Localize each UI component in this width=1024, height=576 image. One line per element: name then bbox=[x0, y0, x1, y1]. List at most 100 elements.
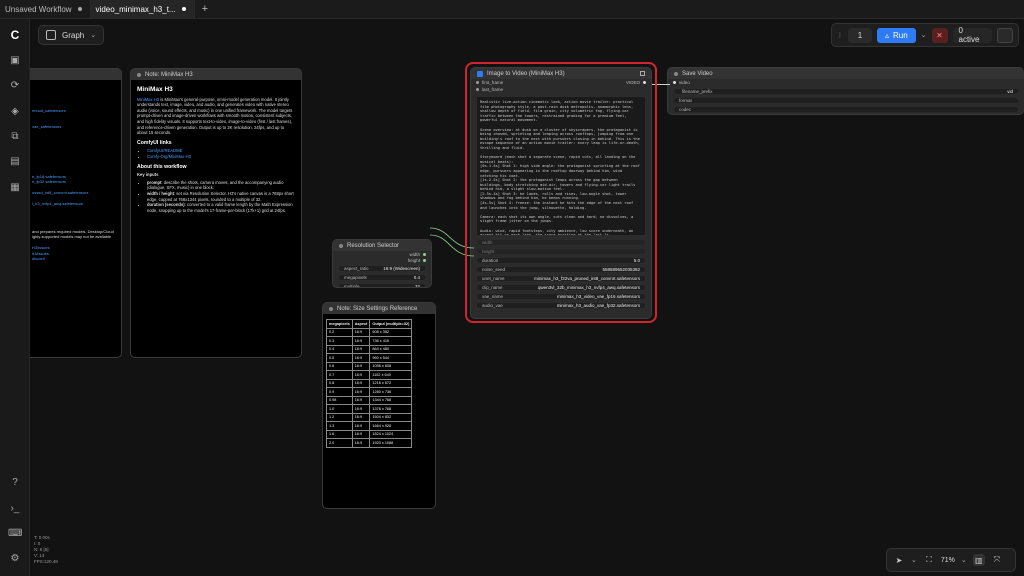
refresh-icon[interactable]: ⟳ bbox=[8, 79, 22, 93]
tab-label: video_minimax_h3_t... bbox=[95, 4, 176, 14]
collapse-dot-icon[interactable] bbox=[137, 72, 141, 77]
table-cell: 0.8 bbox=[326, 378, 353, 388]
list-item: prompt: describe the shots, camera moves… bbox=[147, 180, 295, 191]
multiple-widget[interactable]: multiple 32 bbox=[338, 283, 426, 287]
table-cell: 608 x 352 bbox=[369, 327, 413, 337]
codec-widget[interactable]: codec bbox=[673, 106, 1019, 113]
nodes-icon[interactable]: ⧉ bbox=[8, 130, 22, 144]
table-cell: 1.3 bbox=[326, 421, 353, 431]
table-cell: 0.5 bbox=[326, 353, 353, 363]
table-cell: 0.98 bbox=[326, 395, 353, 405]
chevron-down-icon[interactable]: ⌄ bbox=[911, 556, 917, 564]
tab-video-minimax[interactable]: video_minimax_h3_t... bbox=[90, 0, 195, 18]
table-row: 0.7 16:9 1152 x 640 bbox=[326, 370, 413, 380]
size-table: megapixels Aspect Output (multiple=32) 0.2… bbox=[326, 319, 413, 448]
collapse-dot-icon[interactable] bbox=[329, 306, 333, 311]
table-cell: 0.2 bbox=[326, 327, 353, 337]
new-tab-button[interactable]: + bbox=[195, 0, 215, 18]
node-resolution-selector[interactable]: Resolution Selector width height aspect_… bbox=[332, 239, 432, 288]
keyboard-icon[interactable]: ⌨ bbox=[8, 527, 22, 541]
table-cell: 1344 x 768 bbox=[369, 395, 413, 405]
pointer-icon[interactable]: ➤ bbox=[893, 554, 905, 566]
table-cell: 0.6 bbox=[326, 361, 353, 371]
table-header: Aspect bbox=[351, 319, 371, 329]
link[interactable]: Comfy-Org/MiniMax-H3 bbox=[147, 154, 191, 159]
zoom-level[interactable]: 71% bbox=[941, 557, 955, 564]
minimax-link[interactable]: MiniMax H3 bbox=[137, 97, 159, 102]
table-row: 0.5 16:9 960 x 544 bbox=[326, 353, 413, 363]
note-line: ighly-supported models may not be availa… bbox=[32, 234, 112, 239]
collapse-dot-icon[interactable] bbox=[674, 71, 678, 76]
list-item: duration (seconds): converted to a valid… bbox=[147, 202, 295, 213]
table-cell: 16:9 bbox=[351, 387, 371, 397]
node-save-video[interactable]: Save Video video filename_prefix vid form… bbox=[667, 67, 1024, 115]
table-cell: 16:9 bbox=[351, 378, 371, 388]
template-icon[interactable]: ▤ bbox=[8, 155, 22, 169]
queue-count-input[interactable]: 1 bbox=[848, 27, 872, 43]
key-inputs-label: Key inputs bbox=[137, 172, 159, 178]
tab-unsaved-workflow[interactable]: Unsaved Workflow bbox=[0, 0, 91, 18]
layout-icon[interactable]: ▦ bbox=[8, 181, 22, 195]
run-button[interactable]: ▵ Run bbox=[876, 27, 916, 43]
note-body: ennuit_safetensors vae_safetensors e_fp16.… bbox=[30, 80, 121, 357]
table-cell: 1216 x 672 bbox=[369, 378, 413, 388]
cancel-run-button[interactable]: ✕ bbox=[931, 27, 948, 43]
table-row: 0.4 16:9 864 x 480 bbox=[326, 344, 413, 354]
node-title: Save Video bbox=[668, 68, 1024, 79]
toggle-panel-button[interactable] bbox=[997, 27, 1013, 43]
table-cell: 0.9 bbox=[326, 387, 353, 397]
chevron-down-icon: ⌄ bbox=[90, 32, 97, 39]
minimap-icon[interactable]: ▥ bbox=[972, 554, 985, 566]
chevron-down-icon[interactable]: ⌄ bbox=[961, 556, 967, 564]
fit-view-icon[interactable]: ⛶ bbox=[923, 554, 935, 566]
image-icon[interactable]: ▣ bbox=[8, 54, 22, 68]
table-cell: 1376 x 768 bbox=[369, 404, 413, 414]
collapse-dot-icon[interactable] bbox=[339, 243, 343, 248]
intro-text: is MiniMax's general-purpose, omni-model… bbox=[137, 96, 293, 136]
link-visibility-icon[interactable]: ⤧ bbox=[991, 554, 1003, 566]
unsaved-dot-icon bbox=[181, 7, 186, 11]
node-title: Note: Size Settings Reference bbox=[323, 303, 435, 314]
table-header: megapixels bbox=[326, 319, 353, 329]
table-cell: 1504 x 832 bbox=[369, 412, 413, 422]
table-cell: 2.0 bbox=[326, 438, 353, 448]
filename-prefix-widget[interactable]: filename_prefix vid bbox=[673, 88, 1019, 95]
link[interactable]: ComfyUI/README bbox=[147, 148, 182, 153]
node-title: Resolution Selector bbox=[333, 240, 431, 251]
table-header: Output (multiple=32) bbox=[369, 319, 413, 329]
terminal-icon[interactable]: ›_ bbox=[8, 502, 22, 516]
settings-icon[interactable]: ⚙ bbox=[8, 552, 22, 566]
render-stats: T: 0.00s I: 0 N: 6 [6] V: 13 FPS:120.48 bbox=[34, 535, 58, 565]
table-cell: 1280 x 736 bbox=[369, 387, 413, 397]
note-left-partial[interactable]: ennuit_safetensors vae_safetensors e_fp16.… bbox=[30, 68, 122, 358]
table-row: 0.9 16:9 1280 x 736 bbox=[326, 387, 413, 397]
run-options-chevron-icon[interactable]: ⌄ bbox=[921, 31, 927, 39]
note-body: MiniMax H3 MiniMax H3 is MiniMax's gener… bbox=[131, 80, 301, 357]
megapixels-widget[interactable]: megapixels 0.4 bbox=[338, 274, 426, 281]
help-icon[interactable]: ? bbox=[8, 476, 22, 490]
format-widget[interactable]: format bbox=[673, 97, 1019, 104]
note-minimax-h3[interactable]: Note: MiniMax H3 MiniMax H3 MiniMax H3 i… bbox=[130, 68, 302, 358]
links-heading: ComfyUI links bbox=[137, 139, 172, 146]
cube-icon[interactable]: ◈ bbox=[8, 105, 22, 119]
table-cell: 16:9 bbox=[351, 336, 371, 346]
graph-icon bbox=[46, 30, 56, 40]
comfy-logo-icon[interactable]: C bbox=[8, 28, 22, 42]
active-queue-label[interactable]: 0 active bbox=[952, 26, 993, 44]
input-video[interactable]: video bbox=[668, 79, 1024, 86]
table-cell: 16:9 bbox=[351, 412, 371, 422]
note-heading: MiniMax H3 bbox=[137, 86, 173, 93]
drag-handle-icon[interactable]: ⋮ bbox=[837, 32, 843, 39]
list-item: width / height: set via Resolution Selec… bbox=[147, 191, 295, 202]
canvas-controls: ➤ ⌄ ⛶ 71% ⌄ ▥ ⤧ bbox=[886, 548, 1016, 572]
output-height[interactable]: height bbox=[333, 257, 431, 263]
graph-mode-toggle[interactable]: Graph ⌄ bbox=[38, 25, 105, 45]
table-cell: 16:9 bbox=[351, 404, 371, 414]
table-cell: 16:9 bbox=[351, 353, 371, 363]
aspect-ratio-widget[interactable]: aspect_ratio 16:9 (Widescreen) bbox=[338, 265, 426, 272]
selection-highlight bbox=[465, 62, 657, 323]
table-cell: 16:9 bbox=[351, 344, 371, 354]
table-row: 0.8 16:9 1216 x 672 bbox=[326, 378, 413, 388]
table-row: 1.2 16:9 1504 x 832 bbox=[326, 412, 413, 422]
note-size-settings[interactable]: Note: Size Settings Reference megapixels… bbox=[322, 302, 436, 509]
